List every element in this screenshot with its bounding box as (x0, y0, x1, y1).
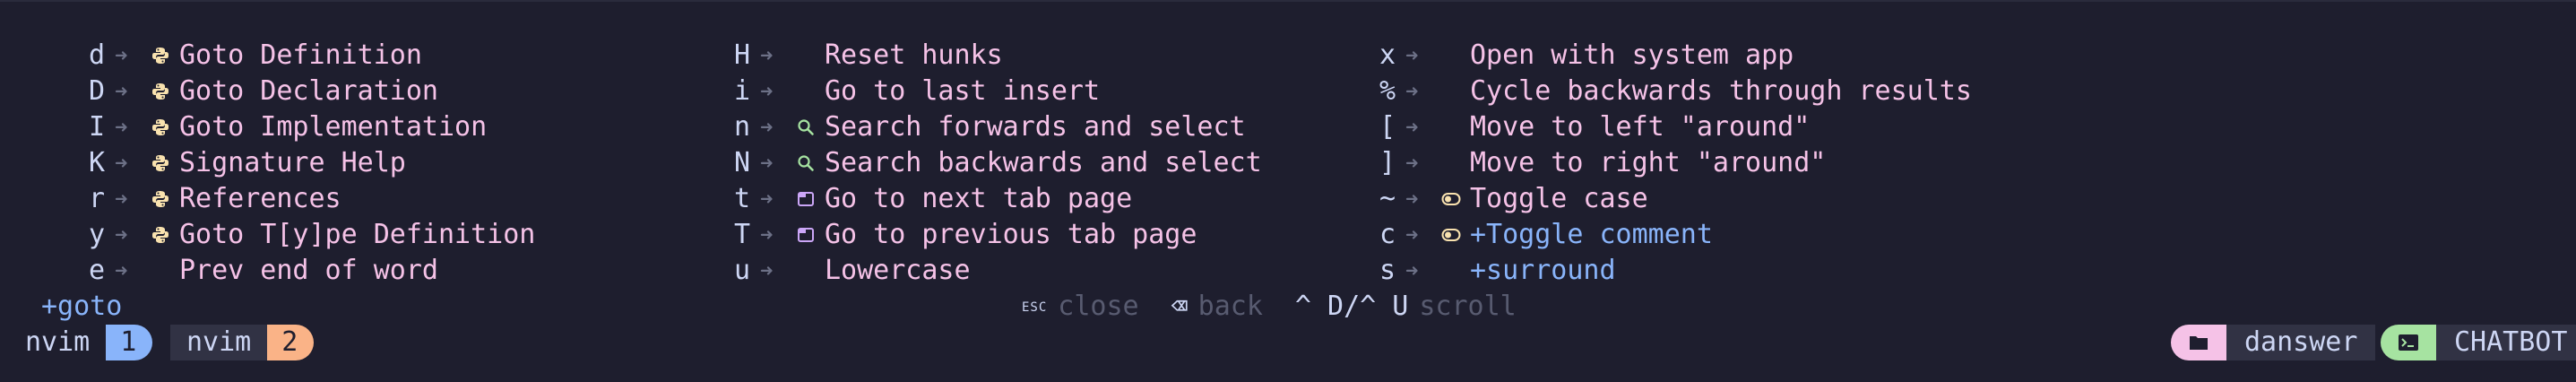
keymap-description: +surround (1470, 255, 1616, 286)
help-hints: ESC close ⌫ back ^ D/^ U scroll (1022, 289, 1549, 326)
folder-icon (2171, 325, 2226, 360)
tmux-window-1[interactable]: nvim 1 (0, 325, 153, 360)
session-segment: danswer (2171, 325, 2376, 360)
keymap-key: n (733, 111, 751, 143)
arrow-icon: ➜ (760, 43, 774, 68)
python-icon (149, 38, 172, 74)
keymap-description: Lowercase (825, 255, 971, 286)
arrow-icon: ➜ (1405, 258, 1419, 283)
host-name: CHATBOT (2436, 325, 2576, 360)
keymap-description: Goto Implementation (179, 111, 488, 143)
keymap-key: N (733, 147, 751, 178)
arrow-icon: ➜ (760, 115, 774, 140)
keymap-description: Search forwards and select (825, 111, 1246, 143)
window-name: nvim (170, 325, 268, 360)
keymap-key: y (88, 219, 106, 250)
top-border (0, 0, 2576, 2)
hint-label-close: close (1058, 291, 1139, 322)
tab-icon (794, 181, 817, 217)
session-name: danswer (2226, 325, 2376, 360)
keymap-description: +Toggle comment (1470, 219, 1713, 250)
hint-label-scroll: scroll (1419, 291, 1517, 322)
terminal-icon (2381, 325, 2436, 360)
keymap-key: I (88, 111, 106, 143)
keymap-key: ~ (1379, 183, 1396, 214)
python-icon (149, 109, 172, 145)
keymap-description: Go to last insert (825, 75, 1101, 107)
search-icon (794, 145, 817, 181)
arrow-icon: ➜ (1405, 43, 1419, 68)
keymap-key: u (733, 255, 751, 286)
window-name: nvim (25, 326, 91, 358)
arrow-icon: ➜ (760, 222, 774, 247)
keymap-key: ] (1379, 147, 1396, 178)
tmux-status-bar: nvim 1 nvim 2 danswer CHATBOT (0, 321, 2576, 364)
keymap-description: Goto Definition (179, 39, 422, 71)
keymap-key: H (733, 39, 751, 71)
hint-key-back: ⌫ (1171, 291, 1188, 322)
keymap-key: [ (1379, 111, 1396, 143)
keymap-description: Goto Declaration (179, 75, 438, 107)
arrow-icon: ➜ (115, 79, 128, 104)
keymap-key: e (88, 255, 106, 286)
arrow-icon: ➜ (1405, 222, 1419, 247)
python-icon (149, 217, 172, 253)
arrow-icon: ➜ (1405, 79, 1419, 104)
keymap-key: x (1379, 39, 1396, 71)
which-key-popup: d ➜ Goto Definition D ➜ Goto Declaration I ➜ Got… (0, 38, 2576, 325)
hint-key-scroll: ^ D/^ U (1294, 291, 1409, 322)
keymap-description: Go to next tab page (825, 183, 1133, 214)
keymap-key: r (88, 183, 106, 214)
arrow-icon: ➜ (760, 258, 774, 283)
keymap-key: t (733, 183, 751, 214)
arrow-icon: ➜ (115, 115, 128, 140)
keymap-description: Toggle case (1470, 183, 1648, 214)
hint-label-back: back (1197, 291, 1263, 322)
arrow-icon: ➜ (760, 79, 774, 104)
arrow-icon: ➜ (760, 151, 774, 176)
arrow-icon: ➜ (115, 222, 128, 247)
hint-key-close: ESC (1022, 300, 1048, 315)
keymap-description: Move to right "around" (1470, 147, 1827, 178)
keymap-key: s (1379, 255, 1396, 286)
tab-icon (794, 217, 817, 253)
breadcrumb-group: +goto (41, 291, 123, 322)
keymap-key: D (88, 75, 106, 107)
search-icon (794, 109, 817, 145)
arrow-icon: ➜ (1405, 151, 1419, 176)
keymap-description: Go to previous tab page (825, 219, 1197, 250)
keymap-key: d (88, 39, 106, 71)
arrow-icon: ➜ (115, 151, 128, 176)
arrow-icon: ➜ (760, 187, 774, 212)
tmux-window-2[interactable]: nvim 2 (170, 325, 315, 360)
toggle-icon (1439, 217, 1463, 253)
keymap-description: Open with system app (1470, 39, 1794, 71)
keymap-key: c (1379, 219, 1396, 250)
keymap-description: References (179, 183, 341, 214)
python-icon (149, 181, 172, 217)
window-index: 2 (267, 325, 315, 360)
keymap-description: Move to left "around" (1470, 111, 1811, 143)
keymap-description: Goto T[y]pe Definition (179, 219, 536, 250)
arrow-icon: ➜ (115, 43, 128, 68)
arrow-icon: ➜ (1405, 187, 1419, 212)
keymap-description: Search backwards and select (825, 147, 1262, 178)
arrow-icon: ➜ (1405, 115, 1419, 140)
host-segment: CHATBOT (2381, 325, 2576, 360)
arrow-icon: ➜ (115, 258, 128, 283)
toggle-icon (1439, 181, 1463, 217)
keymap-description: Prev end of word (179, 255, 438, 286)
window-index: 1 (106, 325, 153, 360)
keymap-description: Reset hunks (825, 39, 1003, 71)
keymap-description: Cycle backwards through results (1470, 75, 1972, 107)
python-icon (149, 145, 172, 181)
keymap-key: i (733, 75, 751, 107)
keymap-key: K (88, 147, 106, 178)
keymap-description: Signature Help (179, 147, 406, 178)
python-icon (149, 74, 172, 109)
keymap-key: T (733, 219, 751, 250)
keymap-key: % (1379, 75, 1396, 107)
arrow-icon: ➜ (115, 187, 128, 212)
